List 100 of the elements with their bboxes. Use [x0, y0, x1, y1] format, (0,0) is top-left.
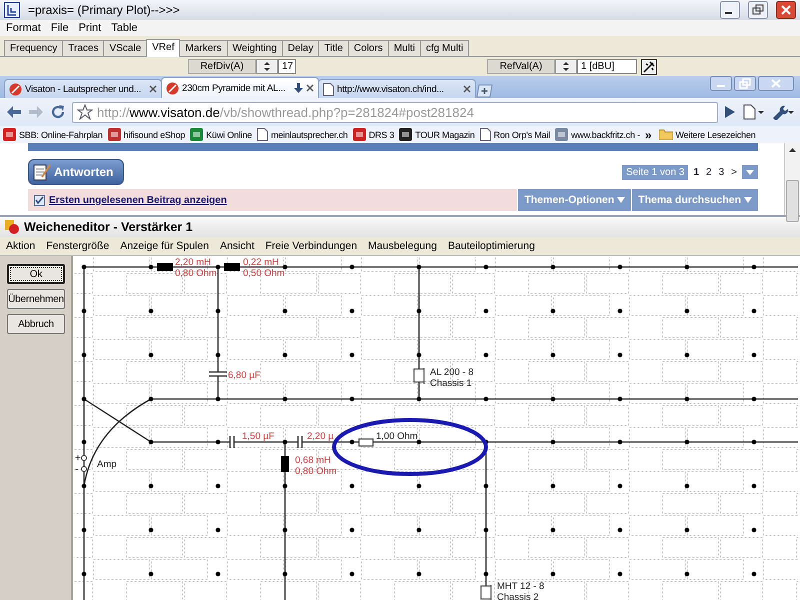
tab[interactable]: Frequency	[4, 40, 64, 56]
menu-item[interactable]: Anzeige für Spulen	[120, 240, 209, 252]
component-label: 0,68 mH	[295, 455, 331, 466]
capacitor-symbol[interactable]	[229, 435, 235, 449]
window-title: Weicheneditor - Verstärker 1	[24, 220, 193, 234]
polarity-label: +	[75, 453, 81, 464]
bookmark[interactable]: hifisound eShop	[108, 128, 186, 141]
close-icon[interactable]	[149, 85, 157, 93]
browser-tab[interactable]: http://www.visaton.ch/ind...	[318, 79, 476, 98]
field-label: RefDiv(A)	[188, 59, 256, 74]
browser-tab[interactable]: 230cm Pyramide mit AL...	[161, 77, 319, 98]
bookmark[interactable]: Küwi Online	[190, 128, 252, 141]
field-label: RefVal(A)	[487, 59, 555, 74]
component-label: 0,80 Ohm	[295, 466, 337, 477]
url-text: http://www.visaton.de/vb/showthread.php?p=281824#post281824	[97, 104, 474, 120]
star-icon[interactable]	[77, 104, 93, 120]
close-icon[interactable]	[463, 85, 471, 93]
spin-button[interactable]	[555, 59, 577, 74]
menu-item[interactable]: Print	[78, 22, 102, 34]
polarity-label: -	[75, 464, 78, 475]
bookmark-folder[interactable]: Weitere Lesezeichen	[658, 129, 756, 140]
menu-item[interactable]: Table	[111, 22, 138, 34]
unread-post-link[interactable]: Ersten ungelesenen Beitrag anzeigen	[49, 194, 227, 206]
tab[interactable]: Colors	[348, 40, 389, 56]
round-logo-icon	[9, 82, 22, 96]
round-logo-icon	[166, 82, 179, 94]
browser-tab[interactable]: Visaton - Lautsprecher und...	[4, 79, 162, 98]
value-field[interactable]: 1 [dBU]	[577, 59, 637, 74]
reload-icon[interactable]	[50, 104, 66, 120]
component-label: 1,50 µF	[242, 431, 274, 442]
component-label: 0,22 mH	[243, 257, 279, 268]
wand-icon[interactable]	[641, 58, 657, 74]
dialog-button[interactable]: Übernehmen	[7, 289, 65, 309]
tab[interactable]: Traces	[62, 40, 104, 56]
close-icon[interactable]	[306, 84, 314, 92]
caret-icon	[617, 197, 626, 203]
window-title: =praxis= (Primary Plot)-->>>	[28, 3, 181, 17]
next-page-link[interactable]: >	[729, 164, 739, 180]
bookmark[interactable]: DRS 3	[352, 128, 394, 141]
component-label: MHT 12 - 8	[497, 581, 544, 592]
tab[interactable]: Multi	[388, 40, 421, 56]
tab-title: Visaton - Lautsprecher und...	[25, 84, 142, 94]
tab[interactable]: Weighting	[226, 40, 283, 56]
download-arrow-icon	[294, 83, 303, 93]
new-tab-button[interactable]	[475, 84, 493, 98]
app-icon	[4, 2, 20, 18]
menu-item[interactable]: Mausbelegung	[368, 240, 437, 252]
value-field[interactable]: 17	[278, 59, 296, 74]
scroll-thumb[interactable]	[786, 180, 799, 222]
overflow-chevron[interactable]: »	[645, 128, 652, 142]
speaker-symbol[interactable]	[480, 584, 492, 600]
bookmark[interactable]: TOUR Magazin	[399, 128, 475, 141]
component-label: 2,20 µ	[307, 431, 334, 442]
play-icon[interactable]	[724, 106, 736, 118]
reply-button[interactable]: Antworten	[28, 159, 124, 185]
app-icon	[4, 219, 20, 235]
resistor-symbol[interactable]	[358, 438, 374, 446]
page-link[interactable]: 2	[704, 164, 714, 180]
menu-item[interactable]: Format	[6, 22, 41, 34]
component-label: Chassis 2	[497, 592, 539, 600]
tab[interactable]: Title	[318, 40, 349, 56]
restore-button[interactable]	[748, 1, 768, 19]
capacitor-symbol[interactable]	[297, 435, 303, 449]
checkbox-icon	[34, 194, 45, 206]
menu-item[interactable]: Ansicht	[220, 240, 254, 252]
tab[interactable]: VScale	[103, 40, 148, 56]
close-button[interactable]	[776, 1, 796, 19]
spin-button[interactable]	[256, 59, 278, 74]
dropdown-button[interactable]	[742, 165, 758, 179]
tab[interactable]: Delay	[282, 40, 320, 56]
page-icon	[323, 82, 334, 96]
bookmark[interactable]: meinlautsprecher.ch	[256, 128, 348, 141]
address-field[interactable]: http://www.visaton.de/vb/showthread.php?p=281824#post281824	[72, 102, 718, 122]
menu-item[interactable]: Bauteiloptimierung	[448, 240, 535, 252]
tab[interactable]: Markers	[179, 40, 228, 56]
page-icon	[480, 128, 491, 141]
dialog-button[interactable]: Ok	[7, 264, 65, 284]
minimize-button[interactable]	[720, 1, 740, 19]
page-link[interactable]: 3	[716, 164, 726, 180]
component-label: 0,80 Ohm	[175, 268, 217, 279]
tab-title: http://www.visaton.ch/ind...	[337, 84, 445, 94]
page-link[interactable]: 1	[691, 164, 702, 180]
bookmark[interactable]: www.backfritz.ch -	[555, 128, 640, 141]
bookmark[interactable]: SBB: Online-Fahrplan	[3, 128, 103, 141]
menu-item[interactable]: Freie Verbindungen	[265, 240, 358, 252]
tab[interactable]: cfg Multi	[420, 40, 470, 56]
menu-item[interactable]: Fenstergröße	[46, 240, 110, 252]
menu-item[interactable]: Aktion	[6, 240, 36, 252]
page-menu-icon[interactable]	[742, 104, 764, 120]
component-label: 2,20 mH	[175, 257, 211, 268]
dialog-button[interactable]: Abbruch	[7, 314, 65, 334]
page-summary: Seite 1 von 3	[622, 164, 688, 180]
tab[interactable]: VRef	[146, 39, 180, 57]
speaker-symbol[interactable]	[414, 368, 424, 384]
component-label: 6,80 µF	[228, 370, 260, 381]
bookmark[interactable]: Ron Orp's Mail	[480, 128, 550, 141]
component-label: AL 200 - 8	[430, 367, 474, 378]
capacitor-symbol[interactable]	[208, 371, 228, 377]
menu-item[interactable]: File	[50, 22, 69, 34]
back-icon[interactable]	[6, 105, 22, 119]
